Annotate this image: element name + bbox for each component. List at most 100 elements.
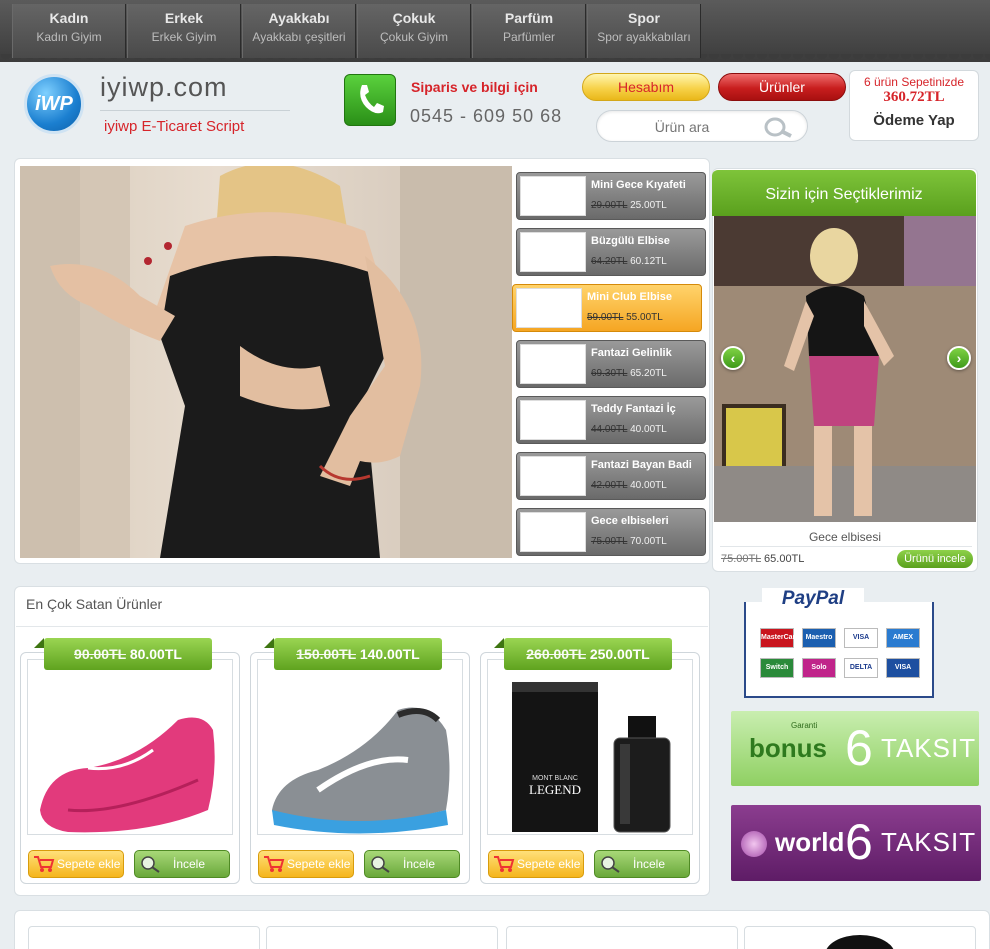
slider-thumb[interactable]: Fantazi Bayan Badi 42.00TL 40.00TL [516,452,706,500]
card-logo: DELTA [844,658,878,678]
slider-thumb[interactable]: Fantazi Gelinlik 69.30TL 65.20TL [516,340,706,388]
cart-icon [264,856,285,872]
card-logo: AMEX [886,628,920,648]
phone-label: Siparis ve bilgi için [411,79,538,95]
featured-product-name[interactable]: Gece elbisesi [714,530,976,544]
logo-divider [100,110,290,111]
thumb-price: 29.00TL 25.00TL [591,200,667,211]
product-image [825,935,895,949]
product-card[interactable] [744,926,976,949]
nav-item-cokuk[interactable]: Çokuk Çokuk Giyim [357,4,471,58]
nav-title: Kadın [49,10,89,26]
search-box [596,110,808,142]
magnifier-icon [141,856,160,873]
nav-title: Parfüm [504,10,554,26]
slider-thumb[interactable]: Mini Gece Kıyafeti 29.00TL 25.00TL [516,172,706,220]
price-ribbon: 150.00TL 140.00TL [274,638,442,670]
nav-item-spor[interactable]: Spor Spor ayakkabıları [587,4,701,58]
installment-number: 6 [845,814,873,870]
nav-item-parfum[interactable]: Parfüm Parfümler [472,4,586,58]
card-logo: MasterCard [760,628,800,648]
thumb-image [520,344,586,384]
cart-total: 360.72TL [883,89,945,105]
nav-item-kadin[interactable]: Kadın Kadın Giyim [12,4,126,58]
featured-price: 75.00TL 65.00TL [721,553,805,565]
thumb-name: Fantazi Gelinlik [591,347,672,359]
logo-icon[interactable]: iWP [24,74,84,134]
view-product-button[interactable]: İncele [134,850,230,878]
add-to-cart-button[interactable]: Sepete ekle [28,850,124,878]
thumb-image [520,512,586,552]
cart-widget[interactable]: 6 ürün Sepetinizde 360.72TL Ödeme Yap [849,70,979,141]
nav-item-ayakkabi[interactable]: Ayakkabı Ayakkabı çeşitleri [242,4,356,58]
site-name[interactable]: iyiwp.com [100,72,228,103]
product-image[interactable]: MONT BLANC LEGEND [487,659,693,835]
product-image[interactable] [27,659,233,835]
product-card[interactable] [266,926,498,949]
thumb-image [516,288,582,328]
add-to-cart-button[interactable]: Sepete ekle [258,850,354,878]
nav-title: Erkek [164,10,204,26]
add-to-cart-button[interactable]: Sepete ekle [488,850,584,878]
nav-item-erkek[interactable]: Erkek Erkek Giyim [127,4,241,58]
card-logo: Maestro [802,628,836,648]
search-icon[interactable] [761,116,795,138]
magnifier-icon [601,856,620,873]
cart-count: 6 ürün Sepetinizde [863,75,965,89]
thumb-image [520,400,586,440]
phone-number[interactable]: 0545 - 609 50 68 [410,106,562,127]
thumb-price: 75.00TL 70.00TL [591,536,667,547]
card-logo: Solo [802,658,836,678]
view-product-button[interactable]: İncele [364,850,460,878]
svg-text:MONT BLANC: MONT BLANC [532,775,578,782]
phone-icon [344,74,396,126]
world-logo-icon [741,831,767,857]
nav-title: Ayakkabı [268,10,330,26]
view-product-button[interactable]: İncele [594,850,690,878]
thumb-price: 64.20TL 60.12TL [591,256,667,267]
nav-subtitle: Çokuk Giyim [379,30,448,44]
search-input[interactable] [607,117,757,137]
product-card[interactable] [506,926,738,949]
site-header: iWP iyiwp.com iyiwp E-Ticaret Script Sip… [0,62,990,154]
thumb-name: Mini Gece Kıyafeti [591,179,686,191]
featured-image[interactable] [714,216,976,522]
thumb-image [520,456,586,496]
svg-text:LEGEND: LEGEND [529,782,581,797]
product-card[interactable] [28,926,260,949]
products-button[interactable]: Ürünler [718,73,846,101]
slider-thumb[interactable]: Büzgülü Elbise 64.20TL 60.12TL [516,228,706,276]
slider-thumb[interactable]: Gece elbiseleri 75.00TL 70.00TL [516,508,706,556]
hero-image[interactable] [20,166,512,558]
world-installment-ad[interactable]: world 6 TAKSIT [731,805,981,881]
magnifier-icon [371,856,390,873]
bonus-installment-ad[interactable]: Garanti bonus 6 TAKSIT [731,711,979,786]
thumb-price: 42.00TL 40.00TL [591,480,667,491]
thumb-name: Teddy Fantazi İç [591,403,676,415]
thumb-name: Büzgülü Elbise [591,235,670,247]
featured-prev-button[interactable]: ‹ [721,346,745,370]
best-sellers-title: En Çok Satan Ürünler [26,596,163,612]
featured-view-button[interactable]: Ürünü incele [897,550,973,568]
featured-divider [720,546,972,547]
nav-title: Çokuk [392,10,436,26]
slider-thumb[interactable]: Teddy Fantazi İç 44.00TL 40.00TL [516,396,706,444]
product-image[interactable] [257,659,463,835]
featured-next-button[interactable]: › [947,346,971,370]
bonus-small-label: Garanti [791,721,818,730]
installment-word: TAKSIT [881,827,977,857]
bonus-brand: bonus [749,733,827,763]
world-brand: world [775,827,845,857]
slider-thumb-active[interactable]: Mini Club Elbise 59.00TL 55.00TL [512,284,702,332]
price-ribbon: 260.00TL 250.00TL [504,638,672,670]
account-button[interactable]: Hesabım [582,73,710,101]
featured-title: Sizin için Seçtiklerimiz [712,170,976,216]
card-logo: Switch [760,658,794,678]
nav-subtitle: Ayakkabı çeşitleri [252,30,346,44]
price-ribbon: 90.00TL 80.00TL [44,638,212,670]
paypal-box[interactable]: MasterCard Maestro VISA AMEX Switch Solo… [744,588,934,698]
checkout-link[interactable]: Ödeme Yap [850,112,978,129]
paypal-logo: PayPal [762,588,864,610]
cart-icon [494,856,515,872]
nav-subtitle: Parfümler [502,30,555,44]
